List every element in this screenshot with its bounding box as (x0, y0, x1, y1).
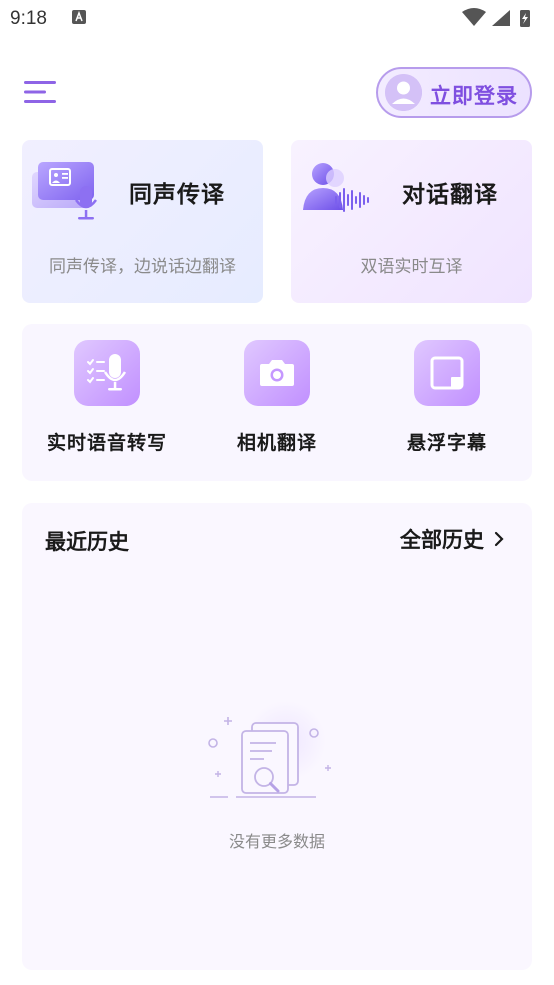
wifi-icon (462, 8, 486, 26)
camera-icon (260, 360, 294, 386)
card-subtitle: 双语实时互译 (360, 257, 463, 277)
history-title: 最近历史 (45, 530, 129, 554)
id-card-mic-icon (32, 162, 98, 220)
status-icons (462, 8, 530, 27)
mic-list-icon (87, 354, 127, 391)
empty-documents-icon (208, 701, 331, 798)
login-label: 立即登录 (430, 84, 518, 108)
notification-icon (72, 10, 86, 24)
login-button[interactable]: 立即登录 (376, 67, 532, 118)
tool-label: 悬浮字幕 (406, 432, 487, 454)
chevron-right-icon (494, 531, 504, 547)
tools-panel: 实时语音转写 相机翻译 悬浮字幕 (22, 324, 532, 481)
history-panel: 最近历史 全部历史 没有更多数据 (22, 503, 532, 970)
status-bar: 9:18 (0, 0, 554, 40)
status-time: 9:18 (10, 8, 47, 29)
all-history-link[interactable]: 全部历史 (400, 524, 506, 554)
floating-subtitle-tool[interactable]: 悬浮字幕 (362, 338, 532, 468)
tool-label: 实时语音转写 (46, 432, 167, 454)
card-title: 同声传译 (129, 182, 225, 208)
person-voice-icon (303, 163, 369, 212)
camera-translation-tool[interactable]: 相机翻译 (192, 338, 362, 468)
conversation-translation-card[interactable]: 对话翻译 双语实时互译 (291, 140, 532, 303)
avatar-icon (385, 74, 422, 111)
simultaneous-interpretation-card[interactable]: 同声传译 同声传译，边说话边翻译 (22, 140, 263, 303)
floating-window-icon (430, 356, 464, 390)
tool-label: 相机翻译 (236, 432, 317, 454)
card-title: 对话翻译 (402, 182, 498, 208)
realtime-transcription-tool[interactable]: 实时语音转写 (22, 338, 192, 468)
card-subtitle: 同声传译，边说话边翻译 (49, 257, 236, 277)
empty-state-text: 没有更多数据 (228, 832, 325, 851)
all-history-label: 全部历史 (400, 528, 484, 552)
signal-icon (492, 10, 510, 26)
menu-icon[interactable] (24, 78, 58, 106)
